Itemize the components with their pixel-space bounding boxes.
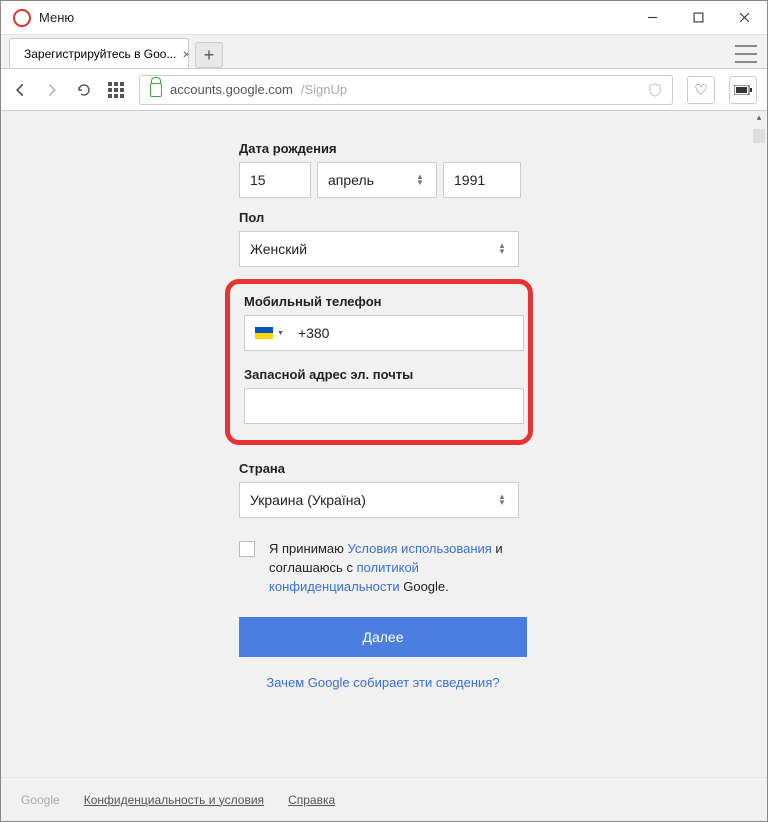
spinner-icon: ▲▼ [498,494,508,506]
back-button[interactable] [11,81,29,99]
backup-email-input[interactable] [244,388,524,424]
battery-icon[interactable] [729,76,757,104]
spinner-icon: ▲▼ [498,243,508,255]
phone-label: Мобильный телефон [244,294,514,309]
gender-select[interactable]: Женский ▲▼ [239,231,519,267]
tab-strip: Зарегистрируйтесь в Goo... × + [1,35,767,69]
footer-help-link[interactable]: Справка [288,793,335,807]
page-footer: Google Конфиденциальность и условия Спра… [1,777,767,821]
phone-prefix: +380 [298,325,330,341]
menu-label[interactable]: Меню [39,10,74,25]
new-tab-button[interactable]: + [195,42,223,68]
next-button[interactable]: Далее [239,617,527,657]
dob-year-input[interactable]: 1991 [443,162,521,198]
url-input[interactable]: accounts.google.com/SignUp [139,75,673,105]
spinner-icon: ▲▼ [416,174,426,186]
country-select[interactable]: Украина (Україна) ▲▼ [239,482,519,518]
minimize-button[interactable] [629,1,675,35]
shield-icon [648,83,662,97]
gender-label: Пол [239,210,767,225]
footer-brand: Google [21,793,60,807]
speed-dial-button[interactable] [107,81,125,99]
phone-input[interactable]: ▼ +380 [244,315,524,351]
dob-label: Дата рождения [239,141,767,156]
title-bar: Меню [1,1,767,35]
dob-month-select[interactable]: апрель ▲▼ [317,162,437,198]
scroll-up-icon[interactable]: ▴ [753,111,765,123]
consent-checkbox[interactable] [239,541,255,557]
terms-link[interactable]: Условия использования [348,541,492,556]
consent-row: Я принимаю Условия использования и согла… [239,540,527,597]
highlight-annotation: Мобильный телефон ▼ +380 Запасной адрес … [225,279,533,445]
country-label: Страна [239,461,767,476]
url-path: /SignUp [301,82,347,97]
app-window: Меню Зарегистрируйтесь в Goo... × + acco… [0,0,768,822]
page-content: ▴ Дата рождения 15 апрель ▲▼ 1991 Пол Же… [1,111,767,821]
tab-title: Зарегистрируйтесь в Goo... [24,47,176,61]
why-link-row: Зачем Google собирает эти сведения? [239,675,527,690]
forward-button[interactable] [43,81,61,99]
address-bar-row: accounts.google.com/SignUp ♡ [1,69,767,111]
browser-tab[interactable]: Зарегистрируйтесь в Goo... × [9,38,189,68]
consent-text: Я принимаю Условия использования и согла… [269,540,527,597]
why-collect-link[interactable]: Зачем Google собирает эти сведения? [266,675,499,690]
lock-icon [150,83,162,97]
opera-logo-icon [13,9,31,27]
close-window-button[interactable] [721,1,767,35]
backup-email-label: Запасной адрес эл. почты [244,367,514,382]
url-host: accounts.google.com [170,82,293,97]
reload-button[interactable] [75,81,93,99]
dob-day-input[interactable]: 15 [239,162,311,198]
signup-form: Дата рождения 15 апрель ▲▼ 1991 Пол Женс… [1,111,767,690]
ukraine-flag-icon [255,327,273,339]
close-tab-icon[interactable]: × [182,46,189,62]
footer-privacy-terms-link[interactable]: Конфиденциальность и условия [84,793,264,807]
scrollbar-thumb[interactable] [753,129,765,143]
bookmark-button[interactable]: ♡ [687,76,715,104]
chevron-down-icon[interactable]: ▼ [277,330,284,337]
maximize-button[interactable] [675,1,721,35]
tab-menu-icon[interactable] [735,45,757,63]
